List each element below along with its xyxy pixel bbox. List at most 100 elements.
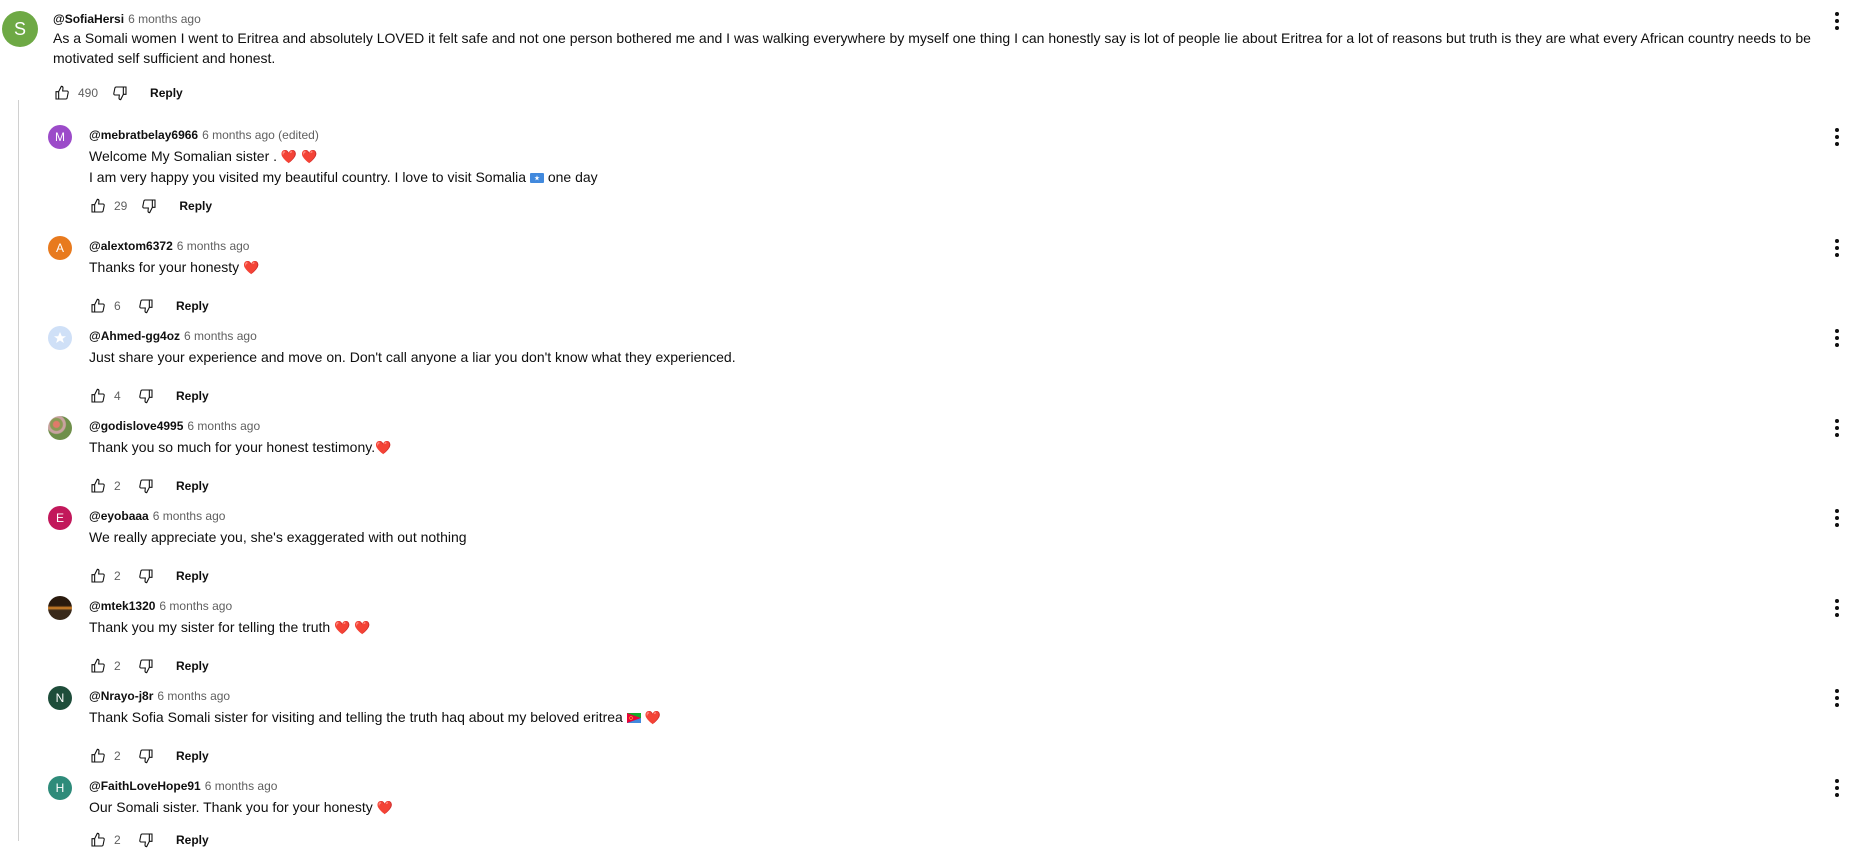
more-vert-icon[interactable]: [1830, 238, 1844, 258]
comment-author[interactable]: @eyobaaa: [89, 509, 149, 523]
thumbs-up-icon[interactable]: [90, 388, 106, 404]
comment-time[interactable]: 6 months ago: [159, 599, 232, 613]
heart-emoji-icon: ❤️: [375, 440, 392, 455]
comment-author[interactable]: @godislove4995: [89, 419, 183, 433]
thumbs-down-icon[interactable]: [138, 658, 154, 674]
comment-header: @mebratbelay6966 6 months ago (edited): [89, 127, 319, 143]
eritrea-flag-icon: [626, 713, 641, 723]
thumbs-up-icon[interactable]: [90, 478, 106, 494]
thumbs-down-icon[interactable]: [138, 298, 154, 314]
more-vert-icon[interactable]: [1830, 778, 1844, 798]
star-icon: [54, 332, 66, 343]
thumbs-down-icon[interactable]: [141, 198, 157, 214]
reply-item: E @eyobaaa 6 months ago We really appreci…: [0, 502, 1849, 592]
reply-button[interactable]: Reply: [150, 86, 183, 100]
comment-time[interactable]: 6 months ago: [128, 12, 201, 26]
comment-text: Thank Sofia Somali sister for visiting a…: [89, 707, 661, 728]
comment-text-line: motivated self sufficient and honest.: [53, 50, 276, 66]
comment-text-line: Welcome My Somalian sister .: [89, 148, 278, 164]
reply-button[interactable]: Reply: [176, 389, 209, 403]
thumbs-down-icon[interactable]: [138, 478, 154, 494]
comment-text: Thanks for your honesty ❤️: [89, 257, 259, 278]
reply-button[interactable]: Reply: [176, 749, 209, 763]
thumbs-up-icon[interactable]: [90, 832, 106, 848]
comment-time[interactable]: 6 months ago (edited): [202, 128, 319, 142]
thumbs-down-icon[interactable]: [138, 748, 154, 764]
more-vert-icon[interactable]: [1830, 688, 1844, 708]
comment-author[interactable]: @SofiaHersi: [53, 12, 124, 26]
thumbs-up-icon[interactable]: [90, 568, 106, 584]
thumbs-up-icon[interactable]: [54, 85, 70, 101]
avatar[interactable]: [48, 596, 72, 620]
thumbs-down-icon[interactable]: [138, 832, 154, 848]
comment-header: @alextom6372 6 months ago: [89, 238, 249, 254]
thumbs-down-icon[interactable]: [138, 388, 154, 404]
like-count: 490: [78, 86, 99, 100]
reply-button[interactable]: Reply: [176, 299, 209, 313]
comment-text: Our Somali sister. Thank you for your ho…: [89, 797, 393, 818]
comment-time[interactable]: 6 months ago: [153, 509, 226, 523]
thumbs-up-icon[interactable]: [90, 198, 106, 214]
like-count: 2: [114, 659, 121, 673]
comment-text-line: Thank Sofia Somali sister for visiting a…: [89, 709, 623, 725]
comment-time[interactable]: 6 months ago: [187, 419, 260, 433]
comment-time[interactable]: 6 months ago: [177, 239, 250, 253]
comment-author[interactable]: @FaithLoveHope91: [89, 779, 201, 793]
thumbs-up-icon[interactable]: [90, 748, 106, 764]
heart-emoji-icon: ❤️: [334, 620, 351, 635]
avatar[interactable]: A: [48, 236, 72, 260]
avatar[interactable]: E: [48, 506, 72, 530]
avatar[interactable]: S: [2, 11, 38, 47]
more-vert-icon[interactable]: [1830, 11, 1844, 31]
comment-time[interactable]: 6 months ago: [157, 689, 230, 703]
comment-header: @Nrayo-j8r 6 months ago: [89, 688, 230, 704]
comment-author[interactable]: @mtek1320: [89, 599, 155, 613]
comment-text-line: Thanks for your honesty: [89, 259, 240, 275]
avatar[interactable]: M: [48, 125, 72, 149]
more-vert-icon[interactable]: [1830, 508, 1844, 528]
comment-toolbar: 490 Reply: [54, 83, 183, 103]
comment-toolbar: 4 Reply: [90, 386, 209, 406]
like-count: 2: [114, 749, 121, 763]
more-vert-icon[interactable]: [1830, 418, 1844, 438]
reply-button[interactable]: Reply: [176, 569, 209, 583]
comment-toolbar: 2 Reply: [90, 656, 209, 676]
thumbs-down-icon[interactable]: [138, 568, 154, 584]
reply-item: @Ahmed-gg4oz 6 months ago Just share your…: [0, 322, 1849, 412]
comment-author[interactable]: @Nrayo-j8r: [89, 689, 153, 703]
comment-toolbar: 2 Reply: [90, 746, 209, 766]
reply-button[interactable]: Reply: [176, 479, 209, 493]
reply-item: @godislove4995 6 months ago Thank you so …: [0, 412, 1849, 502]
main-comment: S @SofiaHersi 6 months ago As a Somali wo…: [0, 8, 1849, 108]
like-count: 2: [114, 569, 121, 583]
comment-time[interactable]: 6 months ago: [184, 329, 257, 343]
comment-toolbar: 2 Reply: [90, 830, 209, 850]
comment-text-line: I am very happy you visited my beautiful…: [89, 169, 527, 185]
reply-button[interactable]: Reply: [176, 833, 209, 847]
reply-button[interactable]: Reply: [176, 659, 209, 673]
thumbs-up-icon[interactable]: [90, 298, 106, 314]
like-count: 2: [114, 479, 121, 493]
comment-author[interactable]: @alextom6372: [89, 239, 173, 253]
comment-author[interactable]: @Ahmed-gg4oz: [89, 329, 180, 343]
more-vert-icon[interactable]: [1830, 328, 1844, 348]
comment-header: @eyobaaa 6 months ago: [89, 508, 225, 524]
comment-toolbar: 29 Reply: [90, 196, 212, 216]
avatar[interactable]: N: [48, 686, 72, 710]
thumbs-down-icon[interactable]: [112, 85, 128, 101]
reply-button[interactable]: Reply: [179, 199, 212, 213]
comment-toolbar: 2 Reply: [90, 476, 209, 496]
heart-emoji-icon: ❤️: [644, 710, 661, 725]
reply-item: M @mebratbelay6966 6 months ago (edited) …: [0, 121, 1849, 214]
somalia-flag-icon: [529, 173, 544, 183]
thumbs-up-icon[interactable]: [90, 658, 106, 674]
more-vert-icon[interactable]: [1830, 598, 1844, 618]
comment-time[interactable]: 6 months ago: [205, 779, 278, 793]
more-vert-icon[interactable]: [1830, 127, 1844, 147]
comment-text: Welcome My Somalian sister . ❤️ ❤️ I am …: [89, 146, 598, 187]
avatar[interactable]: [48, 326, 72, 350]
comment-author[interactable]: @mebratbelay6966: [89, 128, 198, 142]
avatar[interactable]: [48, 416, 72, 440]
like-count: 6: [114, 299, 121, 313]
avatar[interactable]: H: [48, 776, 72, 800]
